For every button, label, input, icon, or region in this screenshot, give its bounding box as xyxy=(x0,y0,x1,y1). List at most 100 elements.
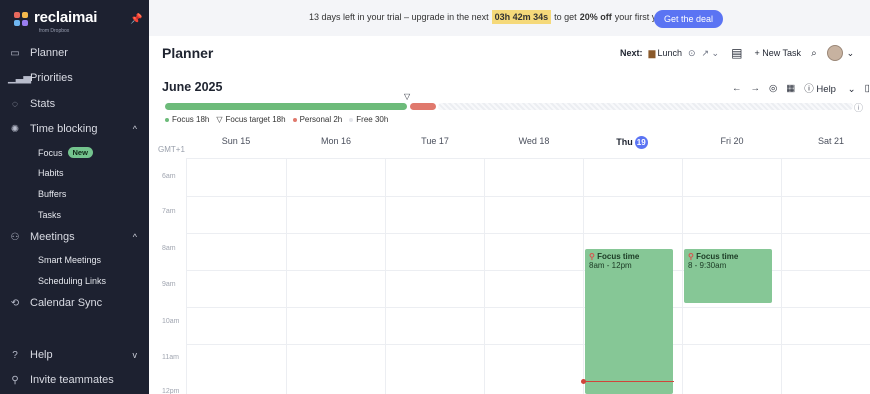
focus-time-event-thu[interactable]: ⚲ Focus time 8am - 12pm xyxy=(585,249,673,394)
logo[interactable]: reclaimai xyxy=(14,10,97,26)
avatar[interactable] xyxy=(826,45,843,61)
hour-label: 6am xyxy=(162,173,176,180)
arrow-right-icon[interactable]: → xyxy=(751,83,761,94)
sidebar-item-label: Time blocking xyxy=(30,123,98,135)
grid-line xyxy=(186,196,870,197)
calendar-icon: ▭ xyxy=(10,47,20,59)
help-menu[interactable]: ⓘ Help ⌄ xyxy=(804,81,855,95)
grid-line xyxy=(484,158,485,394)
day-header-fri[interactable]: Fri 20 xyxy=(692,136,772,146)
chevron-up-icon: ^ xyxy=(132,232,137,242)
day-header-sat[interactable]: Sat 21 xyxy=(791,136,870,146)
progress-legend: Focus 18h ▽ Focus target 18h Personal 2h … xyxy=(165,115,395,124)
hour-label: 7am xyxy=(162,208,176,215)
sidebar-item-label: Stats xyxy=(30,98,56,110)
pin-icon[interactable]: 📌 xyxy=(130,14,142,25)
lunch-icon: ▆ xyxy=(648,47,656,58)
legend-label: Free 30h xyxy=(356,115,389,124)
logo-subtitle: from Dropbox xyxy=(39,28,70,34)
sidebar-item-label: Planner xyxy=(30,47,68,59)
grid-line xyxy=(186,158,870,159)
panel-toggle-icon[interactable]: ▯ xyxy=(865,83,870,94)
personal-progress-bar xyxy=(410,103,436,110)
legend-dot xyxy=(165,117,169,122)
hour-label: 10am xyxy=(162,318,180,325)
free-progress-bar xyxy=(438,103,853,110)
trial-message: 13 days left in your trial – upgrade in … xyxy=(309,10,669,24)
sidebar: reclaimai from Dropbox 📌 ▭ Planner ▁▃▅ P… xyxy=(0,0,149,394)
search-icon[interactable]: ⌕ xyxy=(811,48,817,59)
sidebar-item-planner[interactable]: ▭ Planner xyxy=(0,43,149,63)
sidebar-subitem-label: Scheduling Links xyxy=(38,276,107,286)
chevron-up-icon: ^ xyxy=(132,124,137,134)
target-icon[interactable]: ◎ xyxy=(769,83,777,94)
month-label: June 2025 xyxy=(162,80,223,94)
tasks-icon[interactable]: ▤ xyxy=(731,46,742,60)
grid-line xyxy=(286,158,287,394)
sidebar-item-label: Calendar Sync xyxy=(30,297,103,309)
sidebar-subitem-smart-meetings[interactable]: Smart Meetings xyxy=(38,255,101,265)
day-header-mon[interactable]: Mon 16 xyxy=(296,136,376,146)
sidebar-subitem-focus[interactable]: Focus New xyxy=(38,147,93,158)
sync-icon: ⟲ xyxy=(10,297,20,309)
legend-focus-target: ▽ Focus target 18h xyxy=(216,115,285,124)
current-time-line xyxy=(584,381,674,382)
calendar-nav: ← → ◎ ▦ ⓘ Help ⌄ ▯ xyxy=(732,81,870,96)
triangle-icon: ▽ xyxy=(216,115,223,124)
arrow-left-icon[interactable]: ← xyxy=(732,83,742,94)
add-user-icon: ⚲ xyxy=(11,374,19,386)
legend-free: Free 30h xyxy=(349,115,388,124)
logo-text: reclaimai xyxy=(34,9,98,26)
legend-personal: Personal 2h xyxy=(292,115,343,124)
sidebar-item-meetings[interactable]: ⚇ Meetings ^ xyxy=(0,227,149,247)
sidebar-item-calendar-sync[interactable]: ⟲ Calendar Sync xyxy=(0,293,149,313)
focus-icon: ⚲ xyxy=(688,252,694,261)
day-header-wed[interactable]: Wed 18 xyxy=(494,136,574,146)
legend-label: Focus 18h xyxy=(172,115,210,124)
timezone-label: GMT+1 xyxy=(158,145,185,154)
day-header-thu[interactable]: Thu 19 xyxy=(592,136,672,149)
sidebar-subitem-label: Buffers xyxy=(38,189,67,199)
countdown-timer: 03h 42m 34s xyxy=(491,10,552,24)
sidebar-subitem-tasks[interactable]: Tasks xyxy=(38,210,61,220)
sidebar-item-label: Priorities xyxy=(30,72,73,84)
sidebar-item-invite-teammates[interactable]: ⚲ Invite teammates xyxy=(0,370,149,390)
sidebar-subitem-habits[interactable]: Habits xyxy=(38,168,64,178)
sidebar-item-time-blocking[interactable]: ✺ Time blocking ^ xyxy=(0,119,149,139)
event-time: 8 - 9:30am xyxy=(688,261,727,270)
current-time-dot xyxy=(581,379,586,384)
legend-dot xyxy=(292,117,297,122)
play-icon[interactable]: ⊙ xyxy=(688,48,696,59)
calendar-icon[interactable]: ▦ xyxy=(786,83,795,94)
info-icon[interactable]: ⓘ xyxy=(854,101,863,114)
focus-time-event-fri[interactable]: ⚲ Focus time 8 - 9:30am xyxy=(684,249,772,303)
day-header-tue[interactable]: Tue 17 xyxy=(395,136,475,146)
sidebar-item-priorities[interactable]: ▁▃▅ Priorities xyxy=(0,68,149,88)
trial-text: 13 days left in your trial – upgrade in … xyxy=(309,12,489,22)
focus-icon: ⚲ xyxy=(589,252,595,261)
grid-line xyxy=(385,158,386,394)
day-header-sun[interactable]: Sun 15 xyxy=(196,136,276,146)
discount-text: 20% off xyxy=(579,12,612,22)
sidebar-item-label: Invite teammates xyxy=(30,374,114,386)
new-badge: New xyxy=(67,147,93,158)
legend-label: Personal 2h xyxy=(299,115,343,124)
sidebar-subitem-buffers[interactable]: Buffers xyxy=(38,189,66,199)
sidebar-item-label: Meetings xyxy=(30,231,75,243)
chevron-down-icon: v xyxy=(132,350,138,360)
chevron-down-icon[interactable]: ⌄ xyxy=(847,48,855,59)
new-task-button[interactable]: + New Task xyxy=(754,48,801,58)
edit-icon[interactable]: ↗ ⌄ xyxy=(702,48,720,59)
sidebar-item-help[interactable]: ? Help v xyxy=(0,345,149,365)
page-title: Planner xyxy=(162,45,214,61)
people-icon: ⚇ xyxy=(10,231,20,243)
sidebar-subitem-label: Tasks xyxy=(38,210,62,220)
sidebar-subitem-scheduling-links[interactable]: Scheduling Links xyxy=(38,276,106,286)
next-label: Next: xyxy=(620,48,643,58)
circle-icon: ◌ xyxy=(12,98,18,110)
sidebar-item-stats[interactable]: ◌ Stats xyxy=(0,94,149,114)
get-deal-button[interactable]: Get the deal xyxy=(654,10,724,28)
hour-label: 11am xyxy=(162,354,179,361)
event-title: ⚲ Focus time xyxy=(688,252,768,261)
next-event[interactable]: Lunch xyxy=(657,48,682,58)
